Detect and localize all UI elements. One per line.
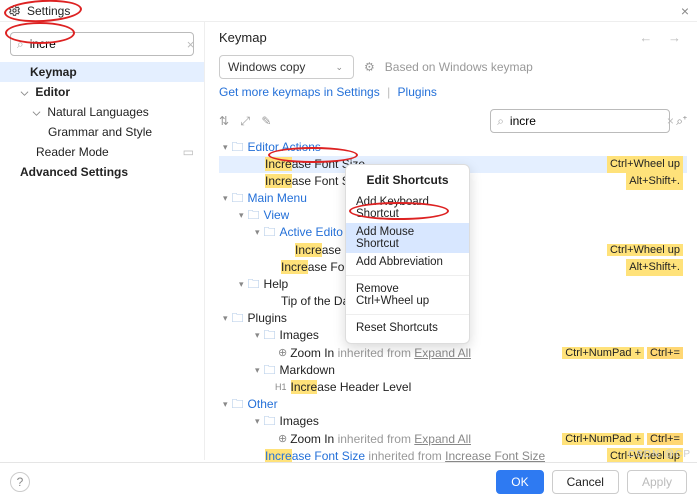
title-bar: Settings ×	[0, 0, 697, 22]
menu-reset[interactable]: Reset Shortcuts	[346, 319, 469, 337]
footer: ? OK Cancel Apply	[0, 462, 697, 500]
sidebar-search[interactable]: ⌕ ×	[10, 32, 194, 56]
chevron-down-icon	[32, 109, 41, 118]
tree-toolbar[interactable]: ⇅ ⤢ ✎	[219, 114, 275, 129]
apply-button[interactable]: Apply	[627, 470, 687, 494]
chevron-down-icon	[20, 89, 29, 98]
tree-folder-other[interactable]: ▾🗀Other	[219, 396, 687, 413]
menu-add-mouse[interactable]: Add Mouse Shortcut	[346, 223, 469, 253]
context-menu: Edit Shortcuts Add Keyboard Shortcut Add…	[345, 164, 470, 344]
search-icon: ⌕	[497, 114, 504, 129]
menu-add-abbr[interactable]: Add Abbreviation	[346, 253, 469, 271]
search-icon: ⌕	[17, 37, 24, 52]
plugins-link[interactable]: Plugins	[398, 85, 437, 99]
based-on-label: Based on Windows keymap	[385, 60, 533, 74]
menu-title: Edit Shortcuts	[346, 171, 469, 193]
sidebar-item-reader[interactable]: Reader Mode ▭	[0, 142, 204, 162]
settings-icon	[8, 4, 21, 17]
sidebar-item-keymap[interactable]: Keymap	[0, 62, 204, 82]
find-by-shortcut-icon[interactable]: ⌕⁺	[676, 114, 687, 129]
sidebar-item-advanced[interactable]: Advanced Settings	[0, 162, 204, 182]
tree-item-header-level[interactable]: H1Increase Header Level	[219, 379, 687, 396]
actions-search-input[interactable]	[508, 113, 667, 129]
get-more-link[interactable]: Get more keymaps in Settings	[219, 85, 380, 99]
chevron-down-icon: ⌄	[335, 62, 343, 73]
sidebar-search-input[interactable]	[28, 36, 187, 52]
tree-folder-editor-actions[interactable]: ▾🗀Editor Actions	[219, 139, 687, 156]
gear-icon[interactable]: ⚙	[364, 60, 375, 74]
sidebar: ⌕ × Keymap Editor Natural Languages Gram…	[0, 22, 205, 460]
cancel-button[interactable]: Cancel	[552, 470, 619, 494]
sidebar-item-grammar[interactable]: Grammar and Style	[0, 122, 204, 142]
ok-button[interactable]: OK	[496, 470, 543, 494]
close-icon[interactable]: ×	[681, 3, 689, 19]
page-title: Keymap	[219, 30, 267, 45]
sidebar-item-natlang[interactable]: Natural Languages	[0, 102, 204, 122]
actions-search[interactable]: ⌕ ×	[490, 109, 670, 133]
menu-remove[interactable]: Remove Ctrl+Wheel up	[346, 280, 469, 310]
tree-folder-images-2[interactable]: ▾🗀Images	[219, 413, 687, 430]
nav-arrows[interactable]: ← →	[639, 30, 687, 45]
tree-folder-markdown[interactable]: ▾🗀Markdown	[219, 362, 687, 379]
help-button[interactable]: ?	[10, 472, 30, 492]
tree-item-zoom-in[interactable]: ⊕Zoom In inherited from Expand AllCtrl+N…	[219, 344, 687, 362]
toggle-icon[interactable]: ▭	[183, 145, 194, 159]
sidebar-item-editor[interactable]: Editor	[0, 82, 204, 102]
tree-item-zoom-in-2[interactable]: ⊕Zoom In inherited from Expand AllCtrl+N…	[219, 430, 687, 448]
window-title: Settings	[27, 4, 70, 18]
shortcut-badge: Ctrl+Wheel up	[607, 156, 683, 173]
watermark: CSDN @CP	[628, 449, 691, 460]
clear-icon[interactable]: ×	[667, 114, 674, 128]
shortcut-badge: Alt+Shift+.	[626, 173, 683, 190]
menu-add-keyboard[interactable]: Add Keyboard Shortcut	[346, 193, 469, 223]
keymap-scheme-select[interactable]: Windows copy ⌄	[219, 55, 354, 79]
clear-icon[interactable]: ×	[187, 37, 195, 52]
